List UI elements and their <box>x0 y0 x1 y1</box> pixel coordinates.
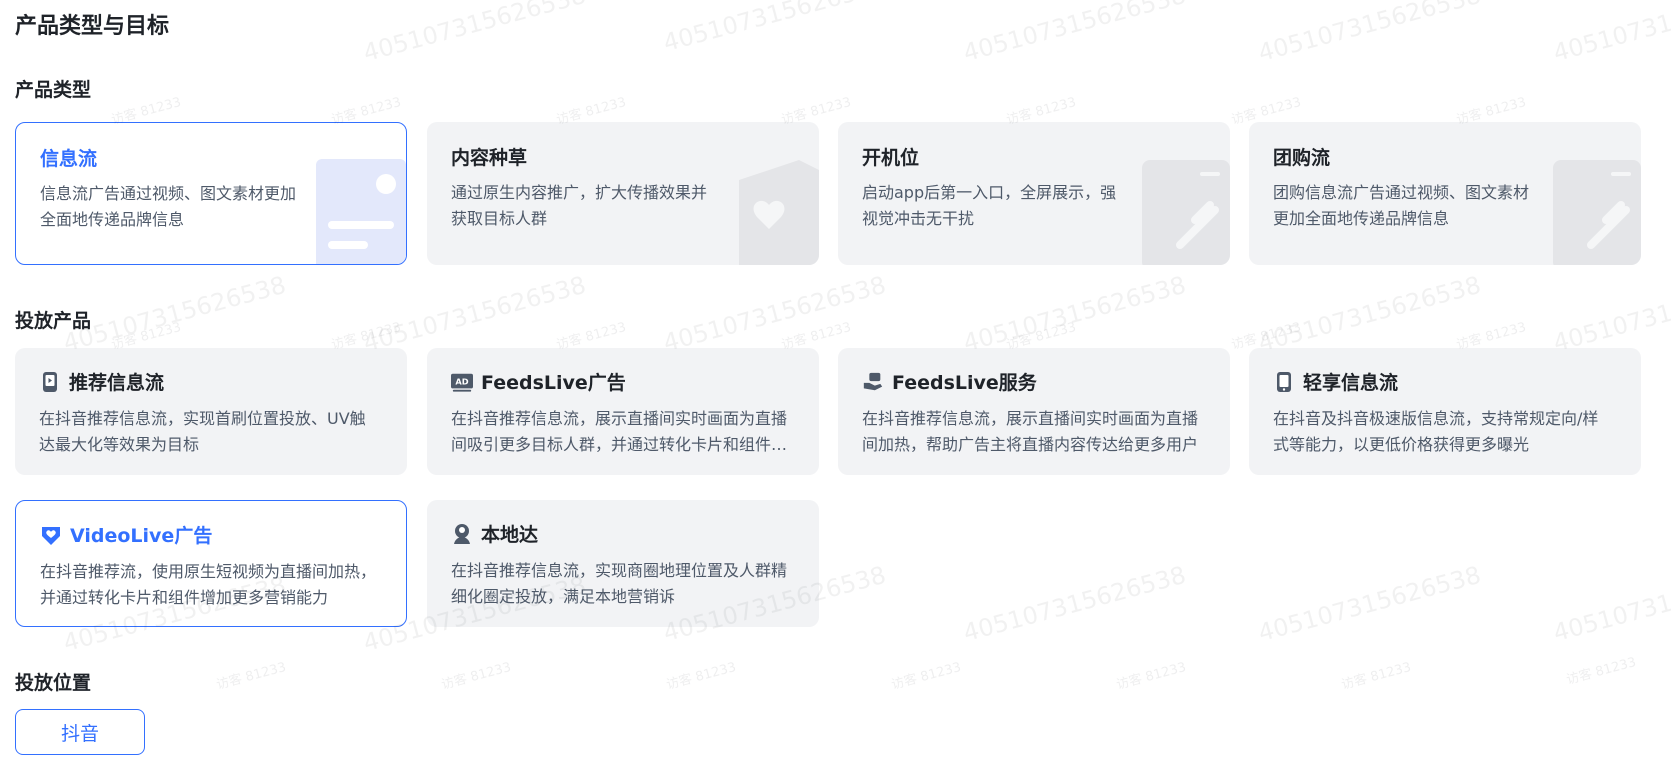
watermark: 405107315626538 <box>660 270 889 358</box>
product-type-card-splash[interactable]: 开机位 启动app后第一入口，全屏展示，强视觉冲击无干扰 <box>838 122 1230 265</box>
section-title-product-type: 产品类型 <box>15 79 92 101</box>
card-title: 本地达 <box>481 524 539 546</box>
ad-badge-icon: AD <box>451 373 473 392</box>
watermark: 405107315626538 <box>960 560 1189 648</box>
card-title: 轻享信息流 <box>1303 372 1399 394</box>
svg-text:AD: AD <box>455 376 468 386</box>
card-title: 推荐信息流 <box>69 372 165 394</box>
card-title: VideoLive广告 <box>70 525 213 547</box>
watermark: 405107315626538 <box>1255 0 1484 68</box>
card-title: 开机位 <box>862 147 920 169</box>
location-person-icon <box>454 523 470 544</box>
groupbuy-illustration-icon <box>1553 160 1641 265</box>
card-desc: 启动app后第一入口，全屏展示，强视觉冲击无干扰 <box>862 183 1117 228</box>
card-desc: 在抖音推荐信息流，展示直播间实时画面为直播间加热，帮助广告主将直播内容传达给更多… <box>862 409 1199 454</box>
watermark: 405107315626538 <box>60 270 289 358</box>
watermark: 访客 81233 <box>664 659 738 693</box>
delivery-product-card-feedslive-service[interactable]: FeedsLive服务 在抖音推荐信息流，展示直播间实时画面为直播间加热，帮助广… <box>838 348 1230 475</box>
delivery-product-card-local[interactable]: 本地达 在抖音推荐信息流，实现商圈地理位置及人群精细化圈定投放，满足本地营销诉 <box>427 500 819 627</box>
watermark: 405107315626538 <box>660 0 889 58</box>
section-title-delivery-position: 投放位置 <box>15 672 92 694</box>
delivery-product-card-light-feed[interactable]: 轻享信息流 在抖音及抖音极速版信息流，支持常规定向/样式等能力，以更低价格获得更… <box>1249 348 1641 475</box>
splash-illustration-icon <box>1142 160 1230 265</box>
watermark: 405107315626538 <box>360 270 589 358</box>
watermark: 405107315626538 <box>360 0 589 68</box>
product-type-card-feed[interactable]: 信息流 信息流广告通过视频、图文素材更加全面地传递品牌信息 <box>15 122 407 265</box>
card-desc: 团购信息流广告通过视频、图文素材更加全面地传递品牌信息 <box>1273 183 1530 228</box>
card-desc: 在抖音推荐信息流，展示直播间实时画面为直播间吸引更多目标人群，并通过转化卡片和组… <box>451 409 788 454</box>
card-title: 信息流 <box>40 148 98 170</box>
delivery-product-card-videolive-ad[interactable]: VideoLive广告 在抖音推荐流，使用原生短视频为直播间加热，并通过转化卡片… <box>15 500 407 627</box>
watermark: 405107315626538 <box>960 0 1189 68</box>
page-title: 产品类型与目标 <box>15 14 170 39</box>
card-desc: 在抖音及抖音极速版信息流，支持常规定向/样式等能力，以更低价格获得更多曝光 <box>1273 409 1599 454</box>
watermark: 405107315626538 <box>1550 270 1671 358</box>
watermark: 访客 81233 <box>1114 659 1188 693</box>
option-label: 抖音 <box>60 722 99 745</box>
watermark: 405107315626538 <box>1550 560 1671 648</box>
watermark: 访客 81233 <box>439 659 513 693</box>
card-title: 内容种草 <box>451 147 528 169</box>
card-desc: 在抖音推荐流，使用原生短视频为直播间加热，并通过转化卡片和组件增加更多营销能力 <box>40 562 377 607</box>
watermark: 405107315626538 <box>960 270 1189 358</box>
watermark: 访客 81233 <box>889 659 963 693</box>
product-type-card-seeding[interactable]: 内容种草 通过原生内容推广，扩大传播效果并获取目标人群 <box>427 122 819 265</box>
delivery-product-card-recommend-feed[interactable]: 推荐信息流 在抖音推荐信息流，实现首刷位置投放、UV触达最大化等效果为目标 <box>15 348 407 475</box>
seeding-illustration-icon <box>739 160 819 265</box>
feed-illustration-icon <box>316 159 406 264</box>
watermark: 405107315626538 <box>1255 560 1484 648</box>
card-desc: 通过原生内容推广，扩大传播效果并获取目标人群 <box>451 183 708 228</box>
phone-play-icon <box>43 371 57 392</box>
section-title-delivery-product: 投放产品 <box>15 310 92 332</box>
product-type-card-groupbuy[interactable]: 团购流 团购信息流广告通过视频、图文素材更加全面地传递品牌信息 <box>1249 122 1641 265</box>
card-title: FeedsLive服务 <box>892 372 1037 394</box>
position-option-douyin[interactable]: 抖音 <box>15 709 145 755</box>
card-desc: 信息流广告通过视频、图文素材更加全面地传递品牌信息 <box>40 184 297 229</box>
card-desc: 在抖音推荐信息流，实现首刷位置投放、UV触达最大化等效果为目标 <box>39 409 366 454</box>
phone-icon <box>1277 371 1291 392</box>
card-desc: 在抖音推荐信息流，实现商圈地理位置及人群精细化圈定投放，满足本地营销诉 <box>451 561 788 606</box>
card-title: 团购流 <box>1273 147 1331 169</box>
hand-service-icon <box>863 372 883 390</box>
watermark: 访客 81233 <box>1339 659 1413 693</box>
watermark: 405107315626538 <box>1255 270 1484 358</box>
watermark: 访客 81233 <box>214 659 288 693</box>
card-title: FeedsLive广告 <box>481 372 626 394</box>
watermark: 405107315626538 <box>1550 0 1671 68</box>
delivery-product-card-feedslive-ad[interactable]: AD FeedsLive广告 在抖音推荐信息流，展示直播间实时画面为直播间吸引更… <box>427 348 819 475</box>
heart-shield-icon <box>42 526 60 545</box>
watermark: 访客 81233 <box>1564 654 1638 688</box>
